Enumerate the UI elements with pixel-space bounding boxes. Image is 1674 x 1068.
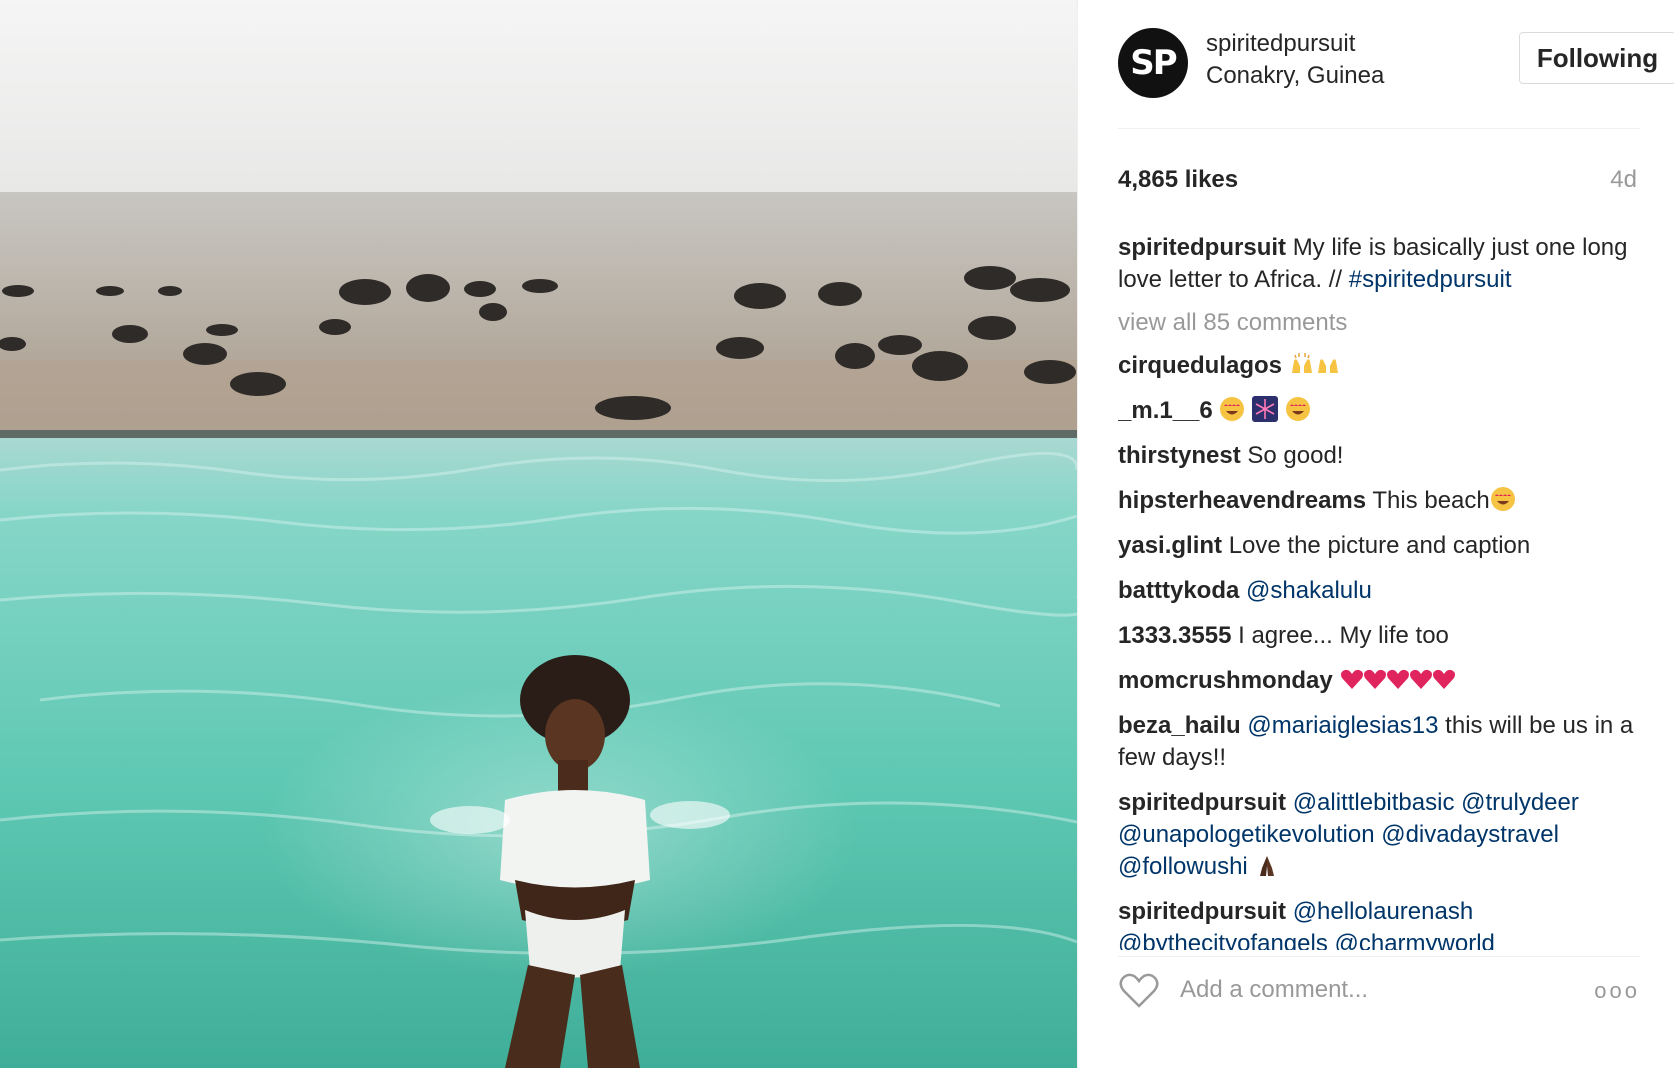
comment-item: momcrushmonday xyxy=(1118,665,1640,697)
comment-username[interactable]: batttykoda xyxy=(1118,577,1239,604)
comment-item: cirquedulagos xyxy=(1118,350,1640,382)
raised-hands-icon xyxy=(1315,351,1341,377)
post-location[interactable]: Conakry, Guinea xyxy=(1206,62,1384,90)
heart-eyes-icon xyxy=(1219,396,1245,422)
comment-username[interactable]: _m.1__6 xyxy=(1118,397,1213,424)
post-photo-illustration xyxy=(0,0,1077,1068)
heart-eyes-icon xyxy=(1285,396,1311,422)
comment-username[interactable]: thirstynest xyxy=(1118,442,1241,469)
comment-item: batttykoda @shakalulu xyxy=(1118,575,1640,607)
comment-text: This beach xyxy=(1372,487,1490,514)
heart-eyes-icon xyxy=(1490,486,1516,512)
comment-username[interactable]: momcrushmonday xyxy=(1118,667,1333,694)
post-header: SP spiritedpursuit Conakry, Guinea Follo… xyxy=(1118,24,1674,104)
comment-item: hipsterheavendreams This beach xyxy=(1118,485,1640,517)
following-button[interactable]: Following xyxy=(1519,32,1674,84)
comment-username[interactable]: spiritedpursuit xyxy=(1118,898,1286,925)
folded-hands-icon xyxy=(1254,852,1280,878)
caption-hashtag[interactable]: #spiritedpursuit xyxy=(1349,266,1512,293)
fireworks-icon xyxy=(1252,396,1279,422)
comment-mention[interactable]: @mariaiglesias13 xyxy=(1247,712,1438,739)
comment-item: yasi.glint Love the picture and caption xyxy=(1118,530,1640,562)
author-username[interactable]: spiritedpursuit xyxy=(1206,30,1355,58)
header-divider xyxy=(1118,128,1640,129)
post-photo[interactable] xyxy=(0,0,1077,1068)
raised-hands-icon xyxy=(1289,351,1315,377)
post-age[interactable]: 4d xyxy=(1610,166,1637,194)
avatar[interactable]: SP xyxy=(1118,28,1188,98)
comment-footer: ooo xyxy=(1118,968,1640,1028)
footer-divider xyxy=(1118,956,1640,957)
caption: spiritedpursuit My life is basically jus… xyxy=(1118,232,1640,296)
more-options-icon[interactable]: ooo xyxy=(1594,978,1640,1004)
comment-username[interactable]: 1333.3555 xyxy=(1118,622,1231,649)
comment-username[interactable]: spiritedpursuit xyxy=(1118,789,1286,816)
red-heart-icon xyxy=(1431,666,1457,692)
comment-item: _m.1__6 xyxy=(1118,395,1640,427)
comment-username[interactable]: yasi.glint xyxy=(1118,532,1222,559)
comment-item: 1333.3555 I agree... My life too xyxy=(1118,620,1640,652)
comment-text: So good! xyxy=(1247,442,1344,469)
comment-text: I agree... My life too xyxy=(1238,622,1449,649)
comment-item: thirstynest So good! xyxy=(1118,440,1640,472)
caption-username[interactable]: spiritedpursuit xyxy=(1118,234,1286,261)
comment-item: beza_hailu @mariaiglesias13 this will be… xyxy=(1118,710,1640,774)
likes-count[interactable]: 4,865 likes xyxy=(1118,166,1238,194)
post-side-panel: SP spiritedpursuit Conakry, Guinea Follo… xyxy=(1077,0,1674,1068)
add-comment-input[interactable] xyxy=(1180,976,1560,1004)
comment-item: spiritedpursuit @hellolaurenash @bytheci… xyxy=(1118,896,1640,950)
heart-outline-icon[interactable] xyxy=(1118,970,1160,1010)
comment-username[interactable]: cirquedulagos xyxy=(1118,352,1282,379)
comments-list[interactable]: spiritedpursuit My life is basically jus… xyxy=(1118,232,1640,950)
view-all-comments-link[interactable]: view all 85 comments xyxy=(1118,307,1640,339)
comment-mention[interactable]: @shakalulu xyxy=(1246,577,1372,604)
comment-text: Love the picture and caption xyxy=(1228,532,1531,559)
comment-username[interactable]: hipsterheavendreams xyxy=(1118,487,1366,514)
comment-username[interactable]: beza_hailu xyxy=(1118,712,1241,739)
comment-item: spiritedpursuit @alittlebitbasic @trulyd… xyxy=(1118,787,1640,883)
